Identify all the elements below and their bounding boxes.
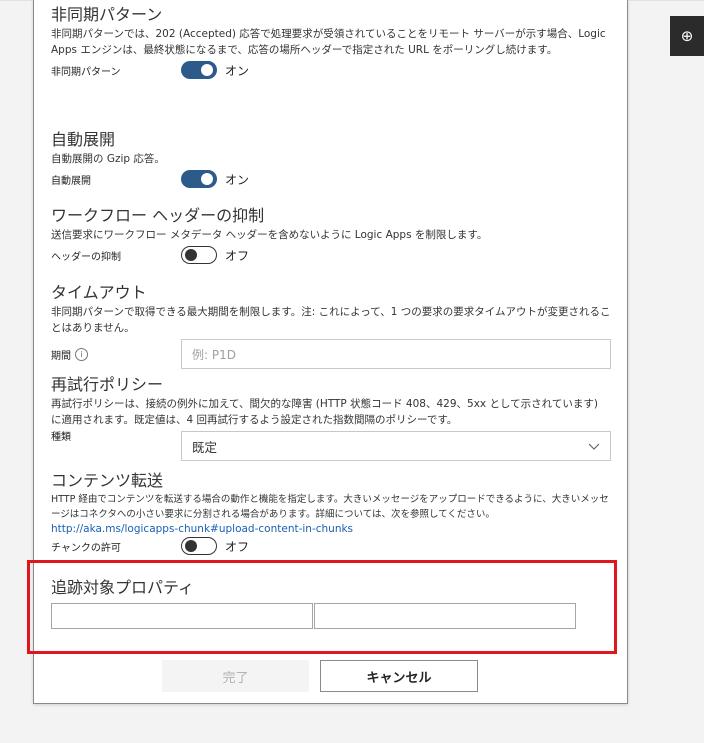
timeout-title: タイムアウト [51, 283, 147, 302]
highlight-box [27, 560, 617, 654]
async-state: オン [225, 63, 250, 78]
retry-section: 再試行ポリシー 再試行ポリシーは、接続の例外に加えて、間欠的な障害 (HTTP … [51, 375, 611, 461]
retry-description: 再試行ポリシーは、接続の例外に加えて、間欠的な障害 (HTTP 状態コード 40… [51, 398, 598, 426]
retry-type-value: 既定 [192, 439, 218, 455]
suppress-headers-section: ワークフロー ヘッダーの抑制 送信要求にワークフロー メタデータ ヘッダーを含め… [51, 206, 611, 267]
chunking-toggle-row: チャンクの許可 オフ [51, 536, 611, 556]
toggle-knob [185, 249, 197, 261]
suppress-headers-state: オフ [225, 248, 250, 263]
toggle-knob [201, 173, 213, 185]
timeout-description: 非同期パターンで取得できる最大期間を制限します。注: これによって、1 つの要求… [51, 306, 611, 334]
toggle-knob [185, 540, 197, 552]
decompress-state: オン [225, 172, 250, 187]
async-toggle-row: 非同期パターン オン [51, 58, 611, 82]
zoom-in-icon: ⊕ [680, 27, 694, 45]
timeout-duration-input[interactable]: 例: P1D [181, 339, 611, 369]
info-icon[interactable]: i [75, 347, 88, 361]
retry-row: 種類 既定 [51, 426, 611, 461]
chunking-label: チャンクの許可 [51, 542, 121, 554]
chunking-docs-link[interactable]: http://aka.ms/logicapps-chunk#upload-con… [51, 522, 611, 536]
chunking-title: コンテンツ転送 [51, 471, 164, 490]
suppress-headers-description: 送信要求にワークフロー メタデータ ヘッダーを含めないように Logic App… [51, 229, 488, 241]
timeout-label: 期間 [51, 350, 71, 362]
retry-type-label: 種類 [51, 432, 71, 443]
suppress-headers-toggle[interactable] [181, 246, 217, 264]
suppress-headers-toggle-row: ヘッダーの抑制 オフ [51, 243, 611, 267]
done-button[interactable]: 完了 [162, 660, 309, 692]
chevron-down-icon [588, 439, 600, 454]
toggle-knob [201, 64, 213, 76]
chunking-section: コンテンツ転送 HTTP 経由でコンテンツを転送する場合の動作と機能を指定します… [51, 471, 611, 556]
decompress-toggle[interactable] [181, 170, 217, 188]
chunking-description: HTTP 経由でコンテンツを転送する場合の動作と機能を指定します。大きいメッセー… [51, 494, 609, 520]
zoom-in-button[interactable]: ⊕ [670, 16, 704, 56]
decompress-section: 自動展開 自動展開の Gzip 応答。 自動展開 オン [51, 130, 611, 191]
async-label: 非同期パターン [51, 66, 121, 78]
decompress-title: 自動展開 [51, 130, 116, 149]
decompress-label: 自動展開 [51, 175, 91, 187]
decompress-toggle-row: 自動展開 オン [51, 167, 611, 191]
async-toggle[interactable] [181, 61, 217, 79]
retry-title: 再試行ポリシー [51, 375, 164, 394]
timeout-label-wrap: 期間 i [51, 347, 181, 362]
suppress-headers-label: ヘッダーの抑制 [51, 251, 121, 263]
suppress-headers-title: ワークフロー ヘッダーの抑制 [51, 206, 265, 225]
async-description: 非同期パターンでは、202 (Accepted) 応答で処理要求が受領されている… [51, 28, 606, 56]
async-title: 非同期パターン [51, 5, 163, 24]
chunking-toggle[interactable] [181, 537, 217, 555]
async-section: 非同期パターン 非同期パターンでは、202 (Accepted) 応答で処理要求… [51, 5, 611, 82]
timeout-row: 期間 i 例: P1D [51, 338, 611, 370]
timeout-section: タイムアウト 非同期パターンで取得できる最大期間を制限します。注: これによって… [51, 283, 611, 370]
decompress-description: 自動展開の Gzip 応答。 [51, 153, 165, 165]
cancel-button[interactable]: キャンセル [320, 660, 478, 692]
retry-type-select[interactable]: 既定 [181, 431, 611, 461]
chunking-state: オフ [225, 539, 250, 554]
